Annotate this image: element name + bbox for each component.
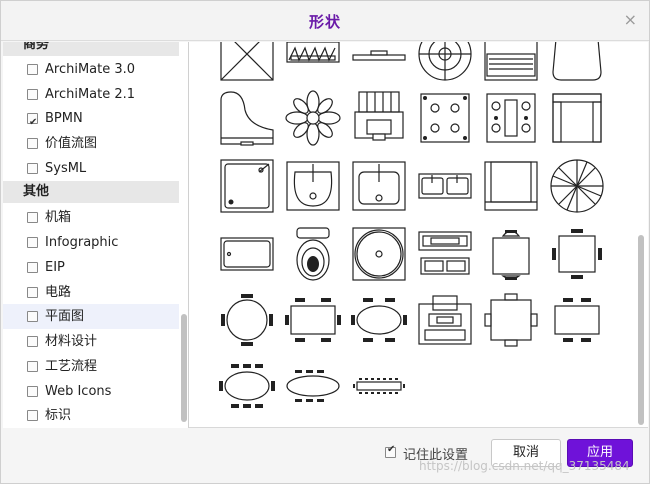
library-item-label: Web Icons <box>45 384 112 399</box>
checkbox[interactable] <box>27 138 38 149</box>
floorplan-shelf-icon[interactable] <box>351 42 407 82</box>
floorplan-sofa-chair-icon[interactable] <box>549 90 605 146</box>
library-item-label: ArchiMate 3.0 <box>45 62 136 77</box>
library-item-material-design[interactable]: 材料设计 <box>3 329 179 354</box>
floorplan-shower-icon[interactable] <box>219 158 275 214</box>
library-sidebar: 商务 ArchiMate 3.0 ArchiMate 2.1 BPMN 价值流图… <box>3 42 189 428</box>
library-item-sysml[interactable]: SysML <box>3 156 179 181</box>
floorplan-piano-icon[interactable] <box>219 90 275 146</box>
floorplan-round-table-4-icon[interactable] <box>219 292 275 348</box>
close-icon[interactable]: × <box>624 10 637 29</box>
shapes-scrollbar[interactable] <box>638 235 644 425</box>
checkbox[interactable] <box>27 361 38 372</box>
checkbox[interactable] <box>27 311 38 322</box>
floorplan-toilet-icon[interactable] <box>285 226 341 282</box>
floorplan-square-table-4-icon[interactable] <box>483 292 539 348</box>
library-item-floorplan[interactable]: 平面图 <box>3 304 179 329</box>
floorplan-armchair-icon[interactable] <box>483 158 539 214</box>
watermark-text: https://blog.csdn.net/qq_37135484 <box>419 459 630 473</box>
dialog-title: 形状 <box>308 13 341 31</box>
shape-preview-grid <box>191 42 646 428</box>
floorplan-round-target-icon[interactable] <box>417 42 473 82</box>
floorplan-table-4-icon[interactable] <box>549 226 605 282</box>
floorplan-double-sink-icon[interactable] <box>417 158 473 214</box>
checkbox[interactable] <box>27 237 38 248</box>
library-item-label: Infographic <box>45 235 119 250</box>
checkbox[interactable] <box>27 64 38 75</box>
library-item-label: BPMN <box>45 111 83 126</box>
floorplan-office-chair-icon[interactable] <box>351 90 407 146</box>
library-item-circuit[interactable]: 电路 <box>3 280 179 305</box>
floorplan-table-rect-4-icon[interactable] <box>549 292 605 348</box>
library-item-bpmn[interactable]: BPMN <box>3 106 179 135</box>
category-other[interactable]: 其他 <box>3 181 179 203</box>
library-item-eip[interactable]: EIP <box>3 255 179 280</box>
library-item-label: SysML <box>45 161 87 176</box>
library-item-label: 工艺流程 <box>45 359 98 374</box>
floorplan-crossed-box-icon[interactable] <box>219 42 275 82</box>
floorplan-oval-table-6-icon[interactable] <box>351 292 407 348</box>
library-item-web-icons[interactable]: Web Icons <box>3 379 179 404</box>
shapes-dialog: 形状 × 商务 ArchiMate 3.0 ArchiMate 2.1 BPMN… <box>0 0 650 484</box>
library-item-value-stream[interactable]: 价值流图 <box>3 131 179 156</box>
checkbox[interactable] <box>27 89 38 100</box>
checkbox[interactable] <box>27 212 38 223</box>
floorplan-long-table-icon[interactable] <box>351 358 407 414</box>
library-item-label: 标识 <box>45 408 72 423</box>
floorplan-oval-table-10-icon[interactable] <box>285 358 341 414</box>
floorplan-dresser-icon[interactable] <box>285 42 341 82</box>
library-item-label: 材料设计 <box>45 334 98 349</box>
floorplan-laptop-icon[interactable] <box>483 42 539 82</box>
floorplan-oval-table-8-icon[interactable] <box>219 358 275 414</box>
category-business[interactable]: 商务 <box>3 42 179 56</box>
floorplan-bathtub-icon[interactable] <box>219 226 275 282</box>
library-item-label: EIP <box>45 260 65 275</box>
checkbox[interactable] <box>27 163 38 174</box>
checkbox[interactable] <box>27 410 38 421</box>
floorplan-stove-range-icon[interactable] <box>483 90 539 146</box>
sidebar-scrollbar[interactable] <box>181 314 187 422</box>
checkbox[interactable] <box>27 287 38 298</box>
floorplan-umbrella-icon[interactable] <box>549 158 605 214</box>
checkbox[interactable] <box>27 336 38 347</box>
checkbox-checked[interactable] <box>27 110 38 135</box>
library-item-infographic[interactable]: Infographic <box>3 230 179 255</box>
checkbox[interactable] <box>27 262 38 273</box>
floorplan-stove-4-icon[interactable] <box>417 90 473 146</box>
library-item-label: 价值流图 <box>45 136 98 151</box>
floorplan-workstation-icon[interactable] <box>417 226 473 282</box>
dialog-titlebar: 形状 × <box>1 1 649 41</box>
floorplan-plant-icon[interactable] <box>285 90 341 146</box>
library-item-label: ArchiMate 2.1 <box>45 87 136 102</box>
library-item-label: 机箱 <box>45 210 72 225</box>
library-item-signs[interactable]: 标识 <box>3 403 179 428</box>
library-item-archimate21[interactable]: ArchiMate 2.1 <box>3 82 179 107</box>
checkbox[interactable] <box>27 386 38 397</box>
floorplan-round-tub-icon[interactable] <box>351 226 407 282</box>
library-item-archimate3[interactable]: ArchiMate 3.0 <box>3 57 179 82</box>
library-item-label: 平面图 <box>45 309 85 324</box>
library-item-rack[interactable]: 机箱 <box>3 205 179 230</box>
floorplan-chair-back-icon[interactable] <box>549 42 605 82</box>
dialog-body: 商务 ArchiMate 3.0 ArchiMate 2.1 BPMN 价值流图… <box>3 42 648 428</box>
remember-checkbox[interactable] <box>385 444 396 458</box>
floorplan-sink-square-icon[interactable] <box>351 158 407 214</box>
library-item-process[interactable]: 工艺流程 <box>3 354 179 379</box>
floorplan-table-2-icon[interactable] <box>483 226 539 282</box>
library-item-label: 电路 <box>45 285 72 300</box>
floorplan-table-6-icon[interactable] <box>285 292 341 348</box>
floorplan-desk-computer-icon[interactable] <box>417 292 473 348</box>
floorplan-sink-icon[interactable] <box>285 158 341 214</box>
